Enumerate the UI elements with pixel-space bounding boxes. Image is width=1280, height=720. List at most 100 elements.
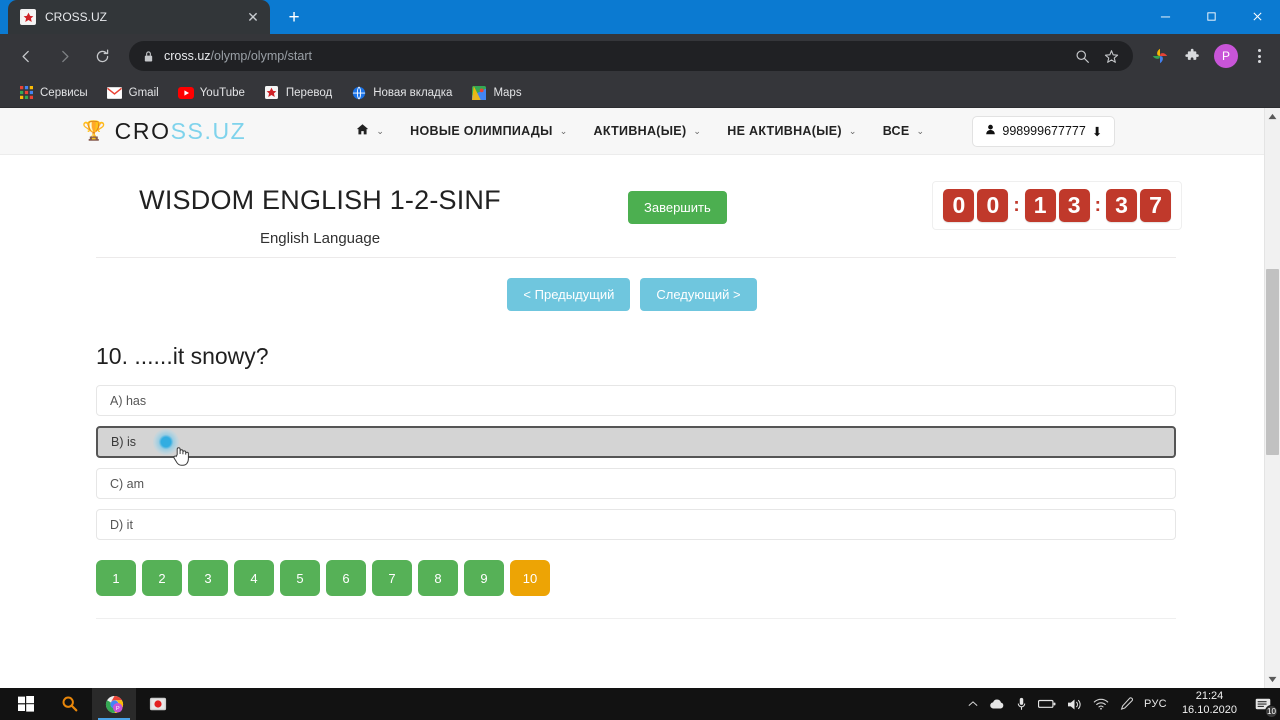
site-logo[interactable]: 🏆 CROSS.UZ: [82, 118, 246, 145]
pager-item-4[interactable]: 4: [234, 560, 274, 596]
pager-item-9[interactable]: 9: [464, 560, 504, 596]
pager-item-6[interactable]: 6: [326, 560, 366, 596]
nav-item-all[interactable]: ВСЕ ⌄: [883, 124, 925, 138]
web-page: 🏆 CROSS.UZ ⌄ НОВЫЕ ОЛИМПИАДЫ ⌄ АКТИВНА(Ы…: [0, 108, 1264, 688]
nav-label: НОВЫЕ ОЛИМПИАДЫ: [410, 124, 553, 138]
scroll-up-arrow-icon[interactable]: [1265, 108, 1280, 125]
scrollbar-track[interactable]: [1265, 125, 1280, 671]
back-icon[interactable]: [11, 41, 41, 71]
bookmark-youtube[interactable]: YouTube: [170, 82, 253, 104]
system-tray: РУС 21:24 16.10.2020 10: [968, 690, 1280, 718]
cross-favicon: [20, 9, 36, 25]
window-controls: [1142, 0, 1280, 34]
star-icon[interactable]: [1104, 49, 1119, 64]
clock-date: 16.10.2020: [1181, 704, 1237, 716]
chevron-down-icon: ⌄: [848, 125, 857, 136]
volume-icon[interactable]: [1067, 698, 1082, 711]
photos-extension-icon[interactable]: [1146, 42, 1174, 70]
nav-item-new-olympiads[interactable]: НОВЫЕ ОЛИМПИАДЫ ⌄: [410, 124, 567, 138]
question-text: 10. ......it snowy?: [96, 343, 269, 369]
taskbar-search[interactable]: [48, 688, 92, 720]
scrollbar-thumb[interactable]: [1266, 269, 1279, 455]
battery-icon[interactable]: [1038, 699, 1056, 709]
start-button[interactable]: [4, 688, 48, 720]
new-tab-button[interactable]: +: [280, 4, 308, 32]
pen-icon[interactable]: [1120, 697, 1133, 711]
url-text: cross.uz/olymp/olymp/start: [164, 49, 1065, 63]
exam-header: WISDOM ENGLISH 1-2-SINF English Language…: [0, 155, 1264, 247]
timer-digit: 3: [1058, 189, 1090, 222]
header-divider: [96, 257, 1176, 258]
pager-item-1[interactable]: 1: [96, 560, 136, 596]
address-bar[interactable]: cross.uz/olymp/olymp/start: [129, 41, 1133, 71]
scroll-down-arrow-icon[interactable]: [1265, 671, 1280, 688]
page-viewport: 🏆 CROSS.UZ ⌄ НОВЫЕ ОЛИМПИАДЫ ⌄ АКТИВНА(Ы…: [0, 108, 1280, 688]
bookmark-gmail[interactable]: Gmail: [99, 82, 167, 104]
tab-title: CROSS.UZ: [45, 10, 108, 24]
bookmark-label: Gmail: [128, 86, 159, 99]
extensions-puzzle-icon[interactable]: [1178, 42, 1206, 70]
reload-icon[interactable]: [87, 41, 117, 71]
option-label: B) is: [111, 435, 136, 449]
microphone-icon[interactable]: [1016, 697, 1027, 711]
minimize-icon[interactable]: [1142, 0, 1188, 32]
close-icon[interactable]: ✕: [244, 8, 262, 26]
pager-item-8[interactable]: 8: [418, 560, 458, 596]
kebab-menu-icon[interactable]: [1246, 42, 1272, 70]
url-domain: cross.uz: [164, 49, 211, 63]
content-bottom-divider: [96, 618, 1176, 619]
show-hidden-icons[interactable]: [968, 700, 978, 708]
exam-subject: English Language: [259, 230, 381, 248]
timer-digit: 7: [1140, 189, 1171, 222]
nav-item-home[interactable]: ⌄: [356, 123, 384, 139]
nav-label: НЕ АКТИВНА(ЫЕ): [727, 124, 842, 138]
user-account-button[interactable]: 998999677777 ⬇: [972, 115, 1116, 147]
answer-option-b[interactable]: B) is: [96, 426, 1176, 466]
notifications-icon[interactable]: 10: [1252, 693, 1278, 718]
answer-option-a[interactable]: A) has: [96, 385, 1176, 416]
cloud-icon[interactable]: [989, 698, 1005, 710]
bookmark-new-tab[interactable]: Новая вкладка: [343, 82, 460, 104]
search-icon[interactable]: [1075, 49, 1090, 64]
nav-item-inactive[interactable]: НЕ АКТИВНА(ЫЕ) ⌄: [727, 124, 856, 138]
taskbar-clock[interactable]: 21:24 16.10.2020: [1178, 690, 1241, 718]
answer-option-d[interactable]: D) it: [96, 509, 1176, 540]
profile-avatar[interactable]: P: [1214, 44, 1238, 68]
browser-tab[interactable]: CROSS.UZ ✕: [8, 0, 270, 34]
forward-icon[interactable]: [49, 41, 79, 71]
option-label: D) it: [110, 517, 133, 532]
finish-button[interactable]: Завершить: [628, 191, 727, 224]
browser-window: CROSS.UZ ✕ + cross.uz/olymp/olymp/start …: [0, 0, 1280, 688]
user-phone: 998999677777: [1002, 124, 1086, 138]
clock-time: 21:24: [1195, 690, 1224, 703]
wifi-icon[interactable]: [1093, 698, 1109, 710]
nav-item-active[interactable]: АКТИВНА(ЫЕ) ⌄: [594, 124, 702, 138]
translate-icon: [264, 85, 280, 101]
bookmark-translate[interactable]: Перевод: [256, 82, 340, 104]
bookmark-services[interactable]: Сервисы: [10, 82, 96, 104]
bookmark-label: Перевод: [285, 86, 333, 99]
pager-item-7[interactable]: 7: [372, 560, 412, 596]
question-nav: < Предыдущий Следующий >: [0, 278, 1264, 311]
answer-option-c[interactable]: C) am: [96, 468, 1176, 499]
taskbar-recorder[interactable]: [136, 688, 180, 720]
logo-text: CROSS.UZ: [115, 118, 247, 145]
taskbar-chrome[interactable]: P: [92, 688, 136, 720]
chevron-down-icon: ⌄: [693, 125, 702, 136]
close-icon[interactable]: [1234, 0, 1280, 32]
pager-item-10[interactable]: 10: [510, 560, 550, 596]
page-title: WISDOM ENGLISH 1-2-SINF: [139, 185, 501, 215]
pager-item-3[interactable]: 3: [188, 560, 228, 596]
timer-separator: :: [1013, 194, 1020, 216]
pager-item-5[interactable]: 5: [280, 560, 320, 596]
maximize-icon[interactable]: [1188, 0, 1234, 32]
pager-item-2[interactable]: 2: [142, 560, 182, 596]
page-scrollbar[interactable]: [1264, 108, 1280, 688]
language-indicator[interactable]: РУС: [1144, 698, 1167, 710]
bookmark-maps[interactable]: Maps: [463, 82, 529, 104]
gmail-icon: [107, 85, 123, 101]
option-label: A) has: [110, 393, 147, 408]
next-button[interactable]: Следующий >: [640, 278, 757, 311]
previous-button[interactable]: < Предыдущий: [507, 278, 631, 311]
bookmark-label: Сервисы: [40, 86, 88, 99]
